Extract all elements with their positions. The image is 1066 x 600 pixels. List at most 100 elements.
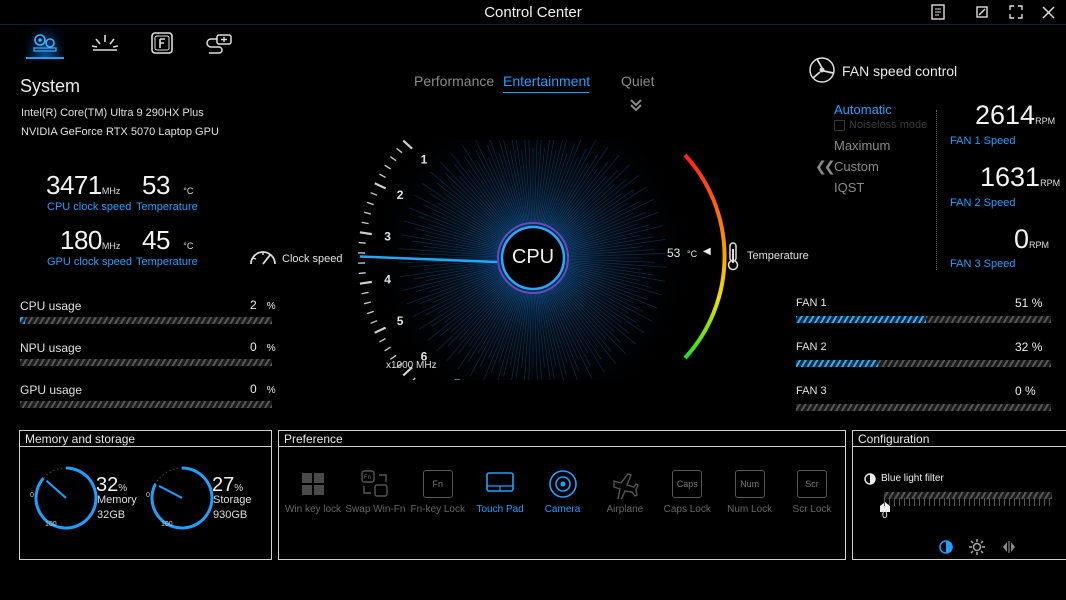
preference-item-label: Camera [544, 504, 581, 515]
storage-size: 930GB [213, 509, 248, 521]
noiseless-mode-option[interactable]: Noiseless mode [834, 119, 927, 131]
title-divider [0, 24, 1066, 25]
fan-usage-bar-track [796, 316, 1051, 323]
thermometer-icon [725, 241, 741, 276]
doc-icon[interactable] [926, 2, 950, 22]
cpu-clock-stat: 3471MHz [46, 170, 126, 201]
fan-mode-maximum[interactable]: Maximum [834, 138, 890, 153]
fan-usage-value: 51 % [1015, 296, 1042, 310]
usb-device-icon[interactable] [200, 27, 238, 59]
preference-item[interactable]: Win key lock [282, 470, 344, 515]
fan1-speed: 2614RPM [975, 100, 1055, 131]
gauge-tick-label: 4 [384, 273, 391, 287]
memory-dial-max: 100 [45, 521, 57, 528]
speedometer-icon [248, 244, 278, 273]
usage-bar-track [20, 401, 272, 408]
fan-mode-automatic[interactable]: Automatic [834, 102, 892, 117]
fan-icon [808, 56, 836, 89]
fan-usage-value-unit: % [1025, 384, 1036, 398]
noiseless-mode-label: Noiseless mode [849, 119, 928, 131]
noiseless-checkbox[interactable] [834, 119, 845, 131]
blue-light-label: Blue light filter [881, 473, 944, 484]
num-lock-icon-key-label: Num [740, 479, 760, 489]
scroll-lock-icon: Scr [797, 470, 827, 498]
preference-item[interactable]: Camera [532, 470, 594, 515]
fn-key-icon-keycap: Fn [422, 470, 453, 498]
preference-item-label: Scr Lock [792, 504, 832, 515]
usage-bar-track [20, 359, 272, 366]
window-title: Control Center [484, 4, 582, 21]
fan2-speed: 1631RPM [980, 162, 1060, 193]
fan-mode-iqst[interactable]: IQST [834, 180, 864, 195]
fan-usage-label: FAN 3 [796, 385, 827, 397]
memory-dial-min: 0 [30, 492, 34, 499]
usage-label: CPU usage [20, 299, 82, 313]
display-brightness-icon[interactable] [86, 27, 124, 59]
preference-item[interactable]: Touch Pad [469, 470, 531, 515]
cpu-name: Intel(R) Core(TM) Ultra 9 290HX Plus [21, 107, 204, 119]
usage-value: 0 % [250, 340, 276, 354]
cpu-clock-value: 3471 [46, 170, 102, 200]
storage-dial-max: 100 [161, 521, 173, 528]
active-tab-underline [503, 92, 589, 93]
fan-control-title: FAN speed control [842, 63, 958, 79]
fan-usage-bar-track [796, 360, 1051, 367]
dial-needle [158, 484, 183, 499]
gpu-clock-unit: MHz [101, 241, 121, 251]
gauge-minor-tick [358, 272, 366, 275]
preference-item[interactable]: Scr Scr Lock [781, 470, 843, 515]
blue-light-value: 0 [882, 510, 888, 521]
memory-percent-value: 32 [96, 474, 119, 496]
chevron-down-icon[interactable] [629, 97, 643, 118]
cpu-temp-unit: °C [183, 186, 194, 196]
gpu-name: NVIDIA GeForce RTX 5070 Laptop GPU [21, 126, 219, 138]
preference-item[interactable]: Fn Swap Win-Fn [344, 470, 406, 515]
tab-quiet[interactable]: Quiet [621, 73, 654, 89]
color-mode-icon[interactable] [1001, 540, 1017, 559]
fan-usage-value-unit: % [1031, 340, 1043, 354]
preference-item[interactable]: Caps Caps Lock [656, 470, 718, 515]
preference-item-label: Num Lock [727, 504, 773, 515]
system-title: System [20, 76, 81, 96]
preference-item[interactable]: Airplane [594, 470, 656, 515]
contrast-icon[interactable] [939, 540, 953, 559]
preference-item-label: Airplane [606, 504, 644, 515]
fan3-speed-unit: RPM [1029, 240, 1050, 250]
fan-usage-bar-fill [796, 316, 927, 323]
gpu-temp-label: Temperature [136, 256, 198, 268]
fan2-speed-label: FAN 2 Speed [950, 197, 1016, 209]
close-icon[interactable] [1036, 2, 1060, 22]
preference-item[interactable]: Num Num Lock [719, 470, 781, 515]
tab-entertainment[interactable]: Entertainment [503, 73, 590, 89]
preference-item-label: Win key lock [284, 504, 342, 515]
memory-storage-title: Memory and storage [20, 431, 271, 447]
gauge-minor-tick [396, 147, 403, 154]
tab-performance[interactable]: Performance [414, 73, 494, 89]
brightness-icon[interactable] [969, 539, 985, 560]
function-key-icon[interactable] [143, 27, 181, 59]
fan1-speed-value: 2614 [975, 100, 1036, 130]
fan-usage-value-number: 51 [1015, 296, 1029, 310]
fullscreen-icon[interactable] [1004, 2, 1028, 22]
fan3-speed-value: 0 [1014, 224, 1030, 254]
gauge-temp-value: 53 [667, 246, 681, 260]
gauge-temp-unit: °C [687, 249, 698, 259]
usage-value: 2 % [250, 298, 276, 312]
memory-dial [34, 466, 98, 530]
fan3-speed: 0RPM [1014, 224, 1049, 255]
fan-usage-value-number: 32 [1015, 340, 1029, 354]
cpu-temp-value: 53 [142, 170, 170, 200]
blue-light-icon [864, 472, 876, 490]
fan-mode-custom[interactable]: Custom [834, 159, 879, 174]
system-settings-icon[interactable] [26, 27, 64, 59]
preference-title: Preference [279, 431, 845, 447]
gpu-clock-value: 180 [60, 225, 102, 255]
touchpad-icon [485, 470, 515, 498]
cpu-clock-unit: MHz [101, 186, 121, 196]
usage-value-number: 2 [250, 298, 257, 312]
preference-item[interactable]: Fn Fn-key Lock [407, 470, 469, 515]
storage-dial-min: 0 [146, 492, 150, 499]
minimize-icon[interactable] [970, 2, 994, 22]
cpu-clock-label: CPU clock speed [47, 201, 132, 213]
usage-label: GPU usage [20, 383, 83, 397]
